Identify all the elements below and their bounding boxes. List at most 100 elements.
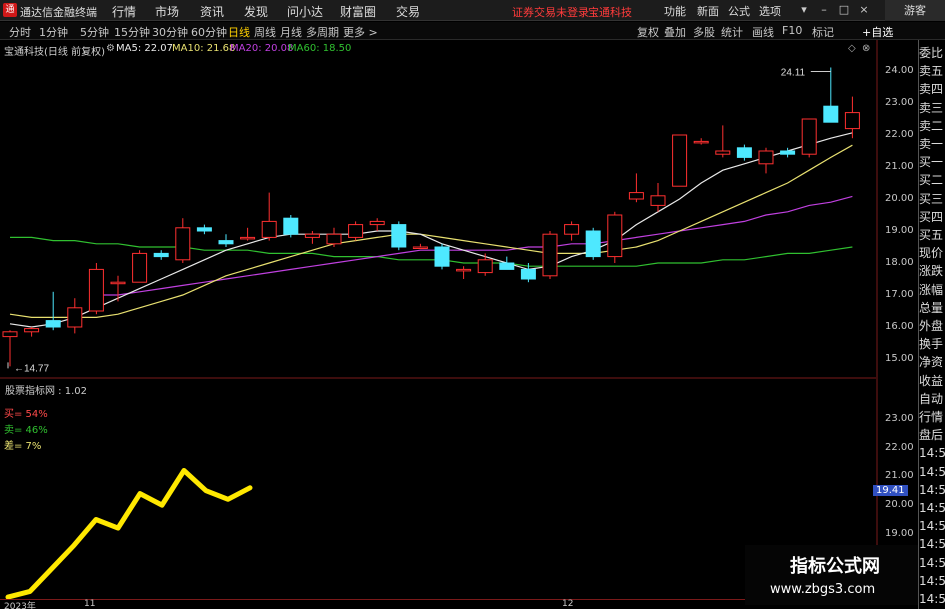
sidebar-item[interactable]: 14:50 <box>919 446 945 461</box>
tool-huaxian[interactable]: 画线 <box>752 24 774 40</box>
indicator-line <box>5 468 253 600</box>
period-monthly[interactable]: 月线 <box>280 24 302 40</box>
menu-faxian[interactable]: 发现 <box>244 3 268 20</box>
candle-body <box>283 217 299 235</box>
options-button[interactable]: 选项 <box>759 3 781 19</box>
candle-body <box>607 214 623 258</box>
period-toolbar: 分时 1分钟 5分钟 15分钟 30分钟 60分钟 日线 周线 月线 多周期 更… <box>0 22 945 40</box>
period-daily[interactable]: 日线 <box>228 24 250 40</box>
period-60min[interactable]: 60分钟 <box>191 24 227 40</box>
period-more[interactable]: 更多 > <box>343 24 378 40</box>
sidebar-item[interactable]: 14:5 <box>919 465 945 480</box>
sidebar-item[interactable]: 卖二 <box>919 119 945 134</box>
sidebar-item[interactable]: 外盘 <box>919 319 945 334</box>
sidebar-item[interactable]: 收益 <box>919 374 945 389</box>
candle-body <box>391 224 407 248</box>
sidebar-item[interactable]: 14:5 <box>919 519 945 534</box>
tool-duogu[interactable]: 多股 <box>693 24 715 40</box>
menu-shichang[interactable]: 市场 <box>155 3 179 20</box>
sidebar-item[interactable]: 涨跌 <box>919 264 945 279</box>
period-multi[interactable]: 多周期 <box>306 24 339 40</box>
candle-body <box>628 192 644 200</box>
close-icon[interactable]: × <box>856 3 872 17</box>
candle-body <box>844 112 860 130</box>
new-page-button[interactable]: 新面 <box>697 3 719 19</box>
tool-diejia[interactable]: 叠加 <box>664 24 686 40</box>
sidebar-item[interactable]: 卖五 <box>919 64 945 79</box>
minimize-icon[interactable]: – <box>816 3 832 17</box>
candle-body <box>650 195 666 206</box>
candle-body <box>261 220 277 238</box>
sidebar-item[interactable]: 卖一 <box>919 137 945 152</box>
sidebar-item[interactable]: 14:5 <box>919 483 945 498</box>
sidebar-item[interactable]: 行情 <box>919 410 945 425</box>
indicator-buy: 买= 54% <box>4 409 48 420</box>
sidebar-item[interactable]: 14:5 <box>919 501 945 516</box>
sidebar-item[interactable]: 净资 <box>919 355 945 370</box>
guest-button[interactable]: 游客 <box>885 0 945 21</box>
date-label-nov: 11 <box>84 599 96 609</box>
price-scale-label: 19.00 <box>885 225 914 236</box>
sidebar-item[interactable]: 买三 <box>919 192 945 207</box>
sidebar-item[interactable]: 自动 <box>919 392 945 407</box>
price-scale-label: 23.00 <box>885 97 914 108</box>
candle-body <box>823 105 839 123</box>
indicator-scale-label: 21.00 <box>885 470 914 482</box>
maximize-icon[interactable]: □ <box>836 3 852 17</box>
candle-body <box>153 252 169 258</box>
candle-body <box>520 268 536 280</box>
indicator-sell: 卖= 46% <box>4 425 48 436</box>
sidebar-item[interactable]: 买二 <box>919 173 945 188</box>
high-label: 24.11 <box>781 67 806 78</box>
menu-hangqing[interactable]: 行情 <box>112 3 136 20</box>
sidebar-item[interactable]: 14:5 <box>919 556 945 571</box>
app-logo-icon: 通 <box>3 3 17 17</box>
indicator-scale-label: 19.00 <box>885 527 914 539</box>
sidebar-item[interactable]: 14:5 <box>919 574 945 589</box>
candle-body <box>67 307 83 328</box>
period-15min[interactable]: 15分钟 <box>114 24 150 40</box>
candle-body <box>45 320 61 328</box>
sidebar-item[interactable]: 买五 <box>919 228 945 243</box>
dropdown-icon[interactable]: ▾ <box>796 3 812 17</box>
period-30min[interactable]: 30分钟 <box>152 24 188 40</box>
tool-biaoji[interactable]: 标记 <box>812 24 834 40</box>
sidebar-item[interactable]: 换手 <box>919 337 945 352</box>
sidebar-item[interactable]: 总量 <box>919 301 945 316</box>
sidebar-item[interactable]: 买一 <box>919 155 945 170</box>
candle-body <box>758 150 774 165</box>
tool-tongji[interactable]: 统计 <box>721 24 743 40</box>
self-select-button[interactable]: +自选 <box>862 24 893 40</box>
menu-wenxiaoda[interactable]: 问小达 <box>287 3 323 20</box>
formula-button[interactable]: 公式 <box>728 3 750 19</box>
period-weekly[interactable]: 周线 <box>254 24 276 40</box>
menu-jiaoyi[interactable]: 交易 <box>396 3 420 20</box>
period-5min[interactable]: 5分钟 <box>80 24 109 40</box>
stock-link[interactable]: 宝通科技 <box>588 4 632 20</box>
price-scale-label: 20.00 <box>885 193 914 204</box>
sidebar-item[interactable]: 14:5 <box>919 537 945 552</box>
current-value-badge: 19.41 <box>873 485 908 496</box>
login-notice[interactable]: 证券交易未登录 <box>512 4 589 20</box>
sidebar-item[interactable]: 委比 <box>919 46 945 61</box>
sidebar-item[interactable]: 卖四 <box>919 82 945 97</box>
period-fenshi[interactable]: 分时 <box>9 24 31 40</box>
sidebar-item[interactable]: 买四 <box>919 210 945 225</box>
candlestick-chart[interactable]: 24.11 ←14.77 <box>0 40 918 605</box>
menu-zixun[interactable]: 资讯 <box>200 3 224 20</box>
sidebar-item[interactable]: 盘后 <box>919 428 945 443</box>
sidebar-item[interactable]: 涨幅 <box>919 283 945 298</box>
sidebar-item[interactable]: 14:5 <box>919 592 945 607</box>
sidebar-item[interactable]: 现价 <box>919 246 945 261</box>
function-button[interactable]: 功能 <box>664 3 686 19</box>
indicator-diff: 差= 7% <box>4 441 42 452</box>
candle-body <box>693 140 709 144</box>
app-title: 通达信金融终端 <box>20 6 97 19</box>
period-1min[interactable]: 1分钟 <box>39 24 68 40</box>
candle-body <box>780 150 796 155</box>
date-label-year: 2023年 <box>4 602 36 609</box>
menu-caifuquan[interactable]: 财富圈 <box>340 3 376 20</box>
tool-fuquan[interactable]: 复权 <box>637 24 659 40</box>
tool-f10[interactable]: F10 <box>782 24 802 37</box>
sidebar-item[interactable]: 卖三 <box>919 101 945 116</box>
